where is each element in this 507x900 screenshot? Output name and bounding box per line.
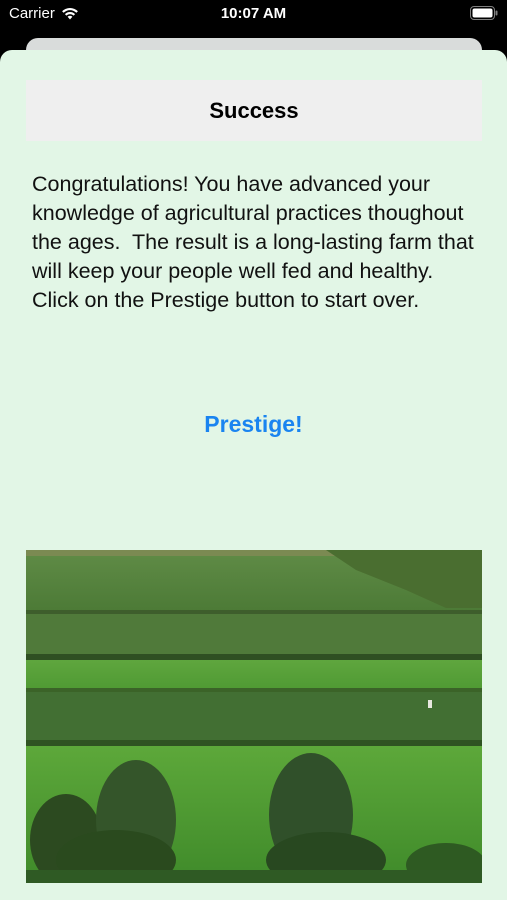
status-bar: Carrier 10:07 AM	[0, 0, 507, 30]
farm-field-image	[26, 550, 482, 883]
farm-field-illustration	[26, 550, 482, 883]
prestige-button[interactable]: Prestige!	[0, 410, 507, 439]
title-bar: Success	[26, 80, 482, 141]
status-time: 10:07 AM	[220, 5, 287, 22]
success-message: Congratulations! You have advanced your …	[32, 172, 480, 312]
sheet-title: Success	[209, 97, 299, 123]
battery-icon	[470, 6, 498, 20]
success-sheet: Success Congratulations! You have advanc…	[0, 50, 507, 900]
